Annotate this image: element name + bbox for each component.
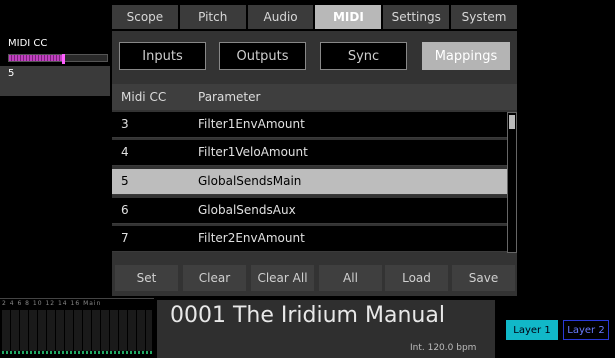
header-midi-cc: Midi CC: [121, 90, 167, 104]
row-cc: 5: [121, 174, 129, 188]
table-row[interactable]: 4 Filter1VeloAmount: [112, 140, 507, 166]
list-scrollbar[interactable]: [507, 112, 517, 253]
tab-settings[interactable]: Settings: [383, 5, 450, 29]
tab-scope[interactable]: Scope: [112, 5, 178, 29]
row-cc: 7: [121, 231, 129, 245]
meter-fill: [9, 55, 63, 61]
subtab-outputs[interactable]: Outputs: [219, 42, 306, 70]
tab-midi[interactable]: MIDI: [315, 5, 382, 29]
cc-value: 5: [8, 68, 15, 79]
row-cc: 6: [121, 203, 129, 217]
row-cc: 4: [121, 145, 129, 159]
load-button[interactable]: Load: [385, 265, 448, 291]
meter-marker: [61, 54, 65, 64]
main-tabbar: Scope Pitch Audio MIDI Settings System: [112, 5, 517, 29]
clear-button[interactable]: Clear: [183, 265, 246, 291]
save-button[interactable]: Save: [452, 265, 515, 291]
midi-cc-meter: [8, 54, 108, 64]
vu-meters: [2, 310, 152, 354]
tab-pitch[interactable]: Pitch: [179, 5, 246, 29]
scrollbar-thumb[interactable]: [509, 115, 515, 129]
row-parameter: Filter1EnvAmount: [198, 117, 305, 131]
tempo-readout: Int. 120.0 bpm: [410, 343, 477, 353]
table-row-selected[interactable]: 5 GlobalSendsMain: [112, 169, 507, 195]
row-cc: 3: [121, 117, 129, 131]
vu-channel-labels: 2 4 6 8 10 12 14 16 Main: [2, 300, 102, 307]
tab-system[interactable]: System: [451, 5, 517, 29]
header-parameter: Parameter: [198, 90, 261, 104]
set-button[interactable]: Set: [115, 265, 178, 291]
subtab-mappings[interactable]: Mappings: [422, 42, 510, 70]
all-button[interactable]: All: [319, 265, 382, 291]
mapping-table-header: Midi CC Parameter: [112, 84, 517, 110]
subtab-inputs[interactable]: Inputs: [119, 42, 206, 70]
preset-name: 0001 The Iridium Manual: [170, 303, 445, 328]
row-parameter: Filter2EnvAmount: [198, 231, 305, 245]
table-row[interactable]: 7 Filter2EnvAmount: [112, 226, 507, 252]
row-parameter: GlobalSendsMain: [198, 174, 302, 188]
clear-all-button[interactable]: Clear All: [251, 265, 314, 291]
layer-1-button[interactable]: Layer 1: [506, 320, 558, 340]
row-parameter: Filter1VeloAmount: [198, 145, 308, 159]
subtab-sync[interactable]: Sync: [320, 42, 407, 70]
row-parameter: GlobalSendsAux: [198, 203, 296, 217]
table-row[interactable]: 3 Filter1EnvAmount: [112, 112, 507, 138]
mapping-list: 3 Filter1EnvAmount 4 Filter1VeloAmount 5…: [112, 112, 507, 253]
cc-value-row: [0, 66, 110, 96]
midi-cc-label: MIDI CC: [8, 38, 48, 49]
layer-2-button[interactable]: Layer 2: [563, 320, 609, 340]
tab-audio[interactable]: Audio: [247, 5, 314, 29]
table-row[interactable]: 6 GlobalSendsAux: [112, 198, 507, 224]
